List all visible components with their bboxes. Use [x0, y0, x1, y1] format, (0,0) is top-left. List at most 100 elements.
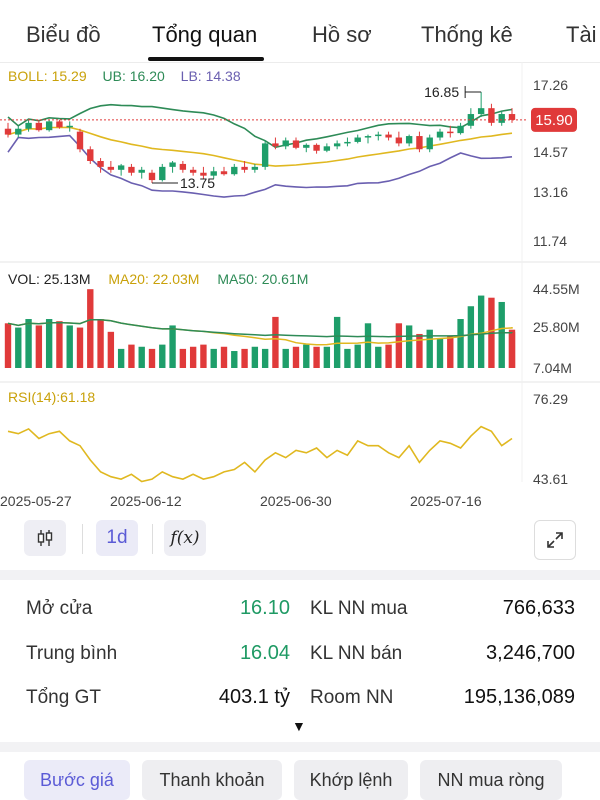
volume-bar — [87, 289, 94, 368]
chip-matched-orders[interactable]: Khớp lệnh — [294, 760, 408, 800]
volume-bar — [447, 336, 454, 368]
ma20-value: MA20: 22.03M — [108, 271, 199, 287]
candle-body — [416, 136, 423, 150]
candle-body — [395, 137, 403, 144]
candle-body — [508, 114, 516, 120]
volume-bar — [436, 338, 444, 368]
tab-statistics[interactable]: Thống kê — [421, 22, 513, 48]
volume-bar — [508, 329, 516, 368]
average-value: 16.04 — [239, 642, 290, 664]
volume-bar — [169, 325, 176, 368]
candle-body — [25, 122, 32, 129]
volume-tick-bottom: 7.04M — [533, 360, 572, 376]
rsi-line — [7, 425, 513, 483]
current-price-label: 15.90 — [535, 112, 573, 129]
tab-finance[interactable]: Tài — [566, 22, 597, 48]
volume-bar — [76, 327, 84, 368]
volume-bar — [148, 348, 156, 368]
candle-body — [148, 172, 156, 181]
candle-body — [117, 165, 125, 170]
volume-bar — [303, 344, 310, 368]
candle-body — [251, 166, 259, 170]
volume-bar — [261, 348, 269, 368]
volume-bar — [282, 348, 289, 368]
active-tab-indicator — [148, 57, 264, 61]
indicator-button[interactable]: f(x) — [164, 520, 206, 556]
volume-bar — [56, 321, 63, 368]
x-label-1: 2025-05-27 — [0, 493, 72, 509]
candle-body — [344, 141, 351, 144]
room-value: 195,136,089 — [463, 686, 575, 708]
foreign-sell-label: KL NN bán — [310, 643, 403, 664]
volume-bar — [364, 323, 372, 368]
extreme-annotations: 16.85 13.75 — [152, 84, 482, 191]
rsi-tick-top: 76.29 — [533, 391, 568, 407]
fullscreen-button[interactable] — [534, 520, 576, 560]
volume-tick-mid: 25.80M — [533, 319, 580, 335]
chip-price-step[interactable]: Bước giá — [24, 760, 130, 800]
price-tick-top: 17.26 — [533, 77, 568, 93]
expand-stats-icon[interactable]: ▼ — [292, 718, 306, 734]
volume-bar — [333, 316, 341, 368]
candle-body — [220, 171, 228, 175]
tab-profile[interactable]: Hồ sơ — [312, 22, 372, 48]
volume-bar — [375, 346, 382, 368]
x-label-4: 2025-07-16 — [410, 493, 482, 509]
open-value: 16.10 — [239, 597, 290, 619]
ub-value: UB: 16.20 — [103, 68, 165, 84]
volume-bars — [4, 289, 516, 368]
candle-body — [457, 125, 464, 134]
candle-body — [364, 136, 372, 138]
volume-bar — [313, 346, 320, 368]
vol-value: VOL: 25.13M — [8, 271, 91, 287]
candle-body — [87, 149, 94, 161]
candle-body — [323, 146, 331, 151]
candle-body — [375, 134, 382, 137]
candle-body — [488, 108, 495, 123]
chart-type-button[interactable] — [24, 520, 66, 556]
candle-body — [426, 137, 433, 150]
volume-bar — [292, 346, 300, 368]
chip-liquidity[interactable]: Thanh khoản — [142, 760, 282, 800]
candle-body — [4, 128, 12, 135]
top-tab-bar: Biểu đồ Tổng quan Hồ sơ Thống kê Tài — [0, 0, 600, 63]
detail-chip-bar: Bước giá Thanh khoản Khớp lệnh NN mua rò… — [0, 756, 600, 800]
candle-body — [282, 140, 289, 147]
chart-toolbar: 1d f(x) — [0, 516, 600, 564]
stock-chart[interactable]: BOLL: 15.29 UB: 16.20 LB: 14.38 17.26 14… — [0, 62, 600, 514]
volume-bar — [354, 344, 361, 368]
total-value-label: Tổng GT — [26, 687, 101, 708]
candlestick-icon — [37, 530, 53, 546]
tab-chart[interactable]: Biểu đồ — [26, 22, 101, 48]
volume-bar — [66, 325, 73, 368]
lb-value: LB: 14.38 — [181, 68, 241, 84]
volume-bar — [395, 323, 403, 368]
volume-bar — [323, 346, 331, 368]
trading-stats: Mở cửa 16.10 KL NN mua 766,633 Trung bìn… — [0, 588, 600, 738]
volume-bar — [241, 348, 248, 368]
volume-bar — [467, 306, 475, 368]
interval-button[interactable]: 1d — [96, 520, 138, 556]
candle-body — [15, 128, 22, 135]
chip-foreign-net-buy[interactable]: NN mua ròng — [420, 760, 562, 800]
expand-icon — [547, 532, 563, 548]
boll-legend: BOLL: 15.29 UB: 16.20 LB: 14.38 — [8, 68, 241, 84]
volume-bar — [45, 319, 53, 368]
volume-bar — [128, 344, 135, 368]
volume-bar — [385, 344, 392, 368]
boll-upper-line — [7, 103, 513, 149]
candle-body — [189, 169, 197, 173]
tab-overview[interactable]: Tổng quan — [152, 22, 257, 48]
volume-bar — [138, 346, 145, 368]
candle-body — [313, 144, 320, 151]
candle-body — [138, 169, 145, 173]
price-tick-low: 13.16 — [533, 184, 568, 200]
x-label-3: 2025-06-30 — [260, 493, 332, 509]
candle-body — [405, 136, 413, 144]
candle-body — [97, 161, 104, 167]
candle-body — [128, 166, 135, 173]
candle-body — [436, 131, 444, 138]
candle-body — [45, 121, 53, 131]
candle-body — [66, 125, 73, 128]
room-label: Room NN — [310, 687, 394, 708]
